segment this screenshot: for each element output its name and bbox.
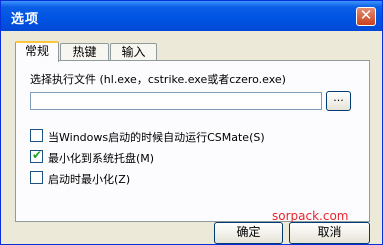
options-dialog: 选项 ✕ 常规 热键 输入 选择执行文件 (hl.exe，cstrike.exe… — [0, 0, 383, 245]
autorun-checkbox[interactable] — [30, 129, 43, 142]
window-title: 选项 — [11, 12, 40, 27]
close-icon: ✕ — [359, 6, 373, 24]
ok-button[interactable]: 确定 — [214, 222, 283, 244]
tab-hotkeys-label: 热键 — [72, 45, 97, 59]
checkmark-icon: ✔ — [32, 148, 43, 162]
title-bar[interactable]: 选项 ✕ — [1, 1, 382, 31]
close-button[interactable]: ✕ — [356, 6, 376, 26]
tab-input[interactable]: 输入 — [110, 43, 157, 61]
exe-file-label: 选择执行文件 (hl.exe，cstrike.exe或者czero.exe) — [30, 73, 286, 86]
cancel-button[interactable]: 取消 — [289, 222, 370, 244]
browse-button[interactable]: ... — [326, 91, 351, 111]
autorun-label: 当Windows启动的时候自动运行CSMate(S) — [48, 131, 265, 144]
tab-general[interactable]: 常规 — [15, 41, 59, 62]
minimize-to-tray-label: 最小化到系统托盘(M) — [48, 152, 155, 165]
watermark-text: sorpack.com — [272, 209, 349, 223]
tab-hotkeys[interactable]: 热键 — [60, 43, 109, 61]
tab-input-label: 输入 — [121, 45, 146, 59]
tab-general-label: 常规 — [24, 44, 49, 58]
minimize-to-tray-checkbox[interactable]: ✔ — [30, 148, 43, 163]
exe-path-input[interactable] — [30, 92, 322, 110]
start-minimized-checkbox[interactable] — [30, 171, 43, 184]
start-minimized-label: 启动时最小化(Z) — [48, 173, 131, 186]
general-panel: 选择执行文件 (hl.exe，cstrike.exe或者czero.exe) .… — [15, 60, 370, 222]
